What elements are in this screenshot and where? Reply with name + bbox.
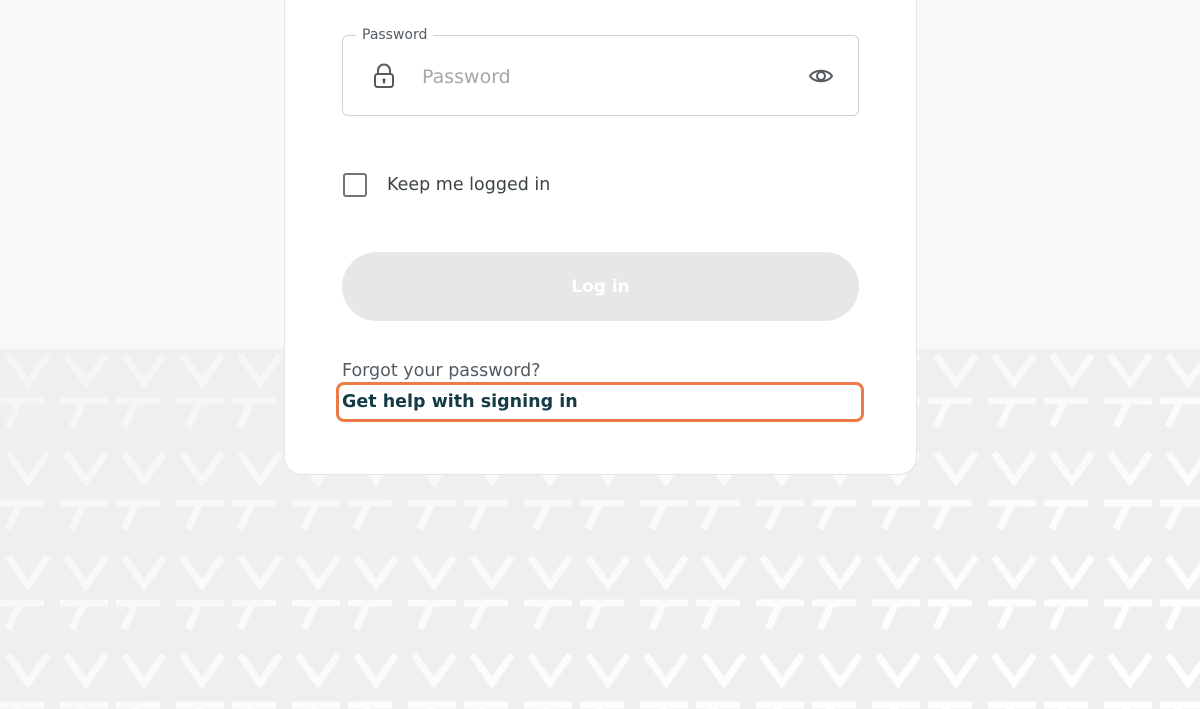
get-help-link[interactable]: Get help with signing in [342, 390, 578, 414]
keep-logged-in-checkbox[interactable] [343, 173, 367, 197]
forgot-password-link[interactable]: Forgot your password? [342, 359, 541, 383]
eye-icon[interactable] [807, 63, 835, 89]
password-label: Password [356, 25, 434, 45]
keep-logged-in-label[interactable]: Keep me logged in [387, 173, 550, 197]
password-input[interactable] [420, 58, 794, 96]
lock-icon [372, 63, 396, 89]
login-button[interactable]: Log in [342, 252, 859, 321]
